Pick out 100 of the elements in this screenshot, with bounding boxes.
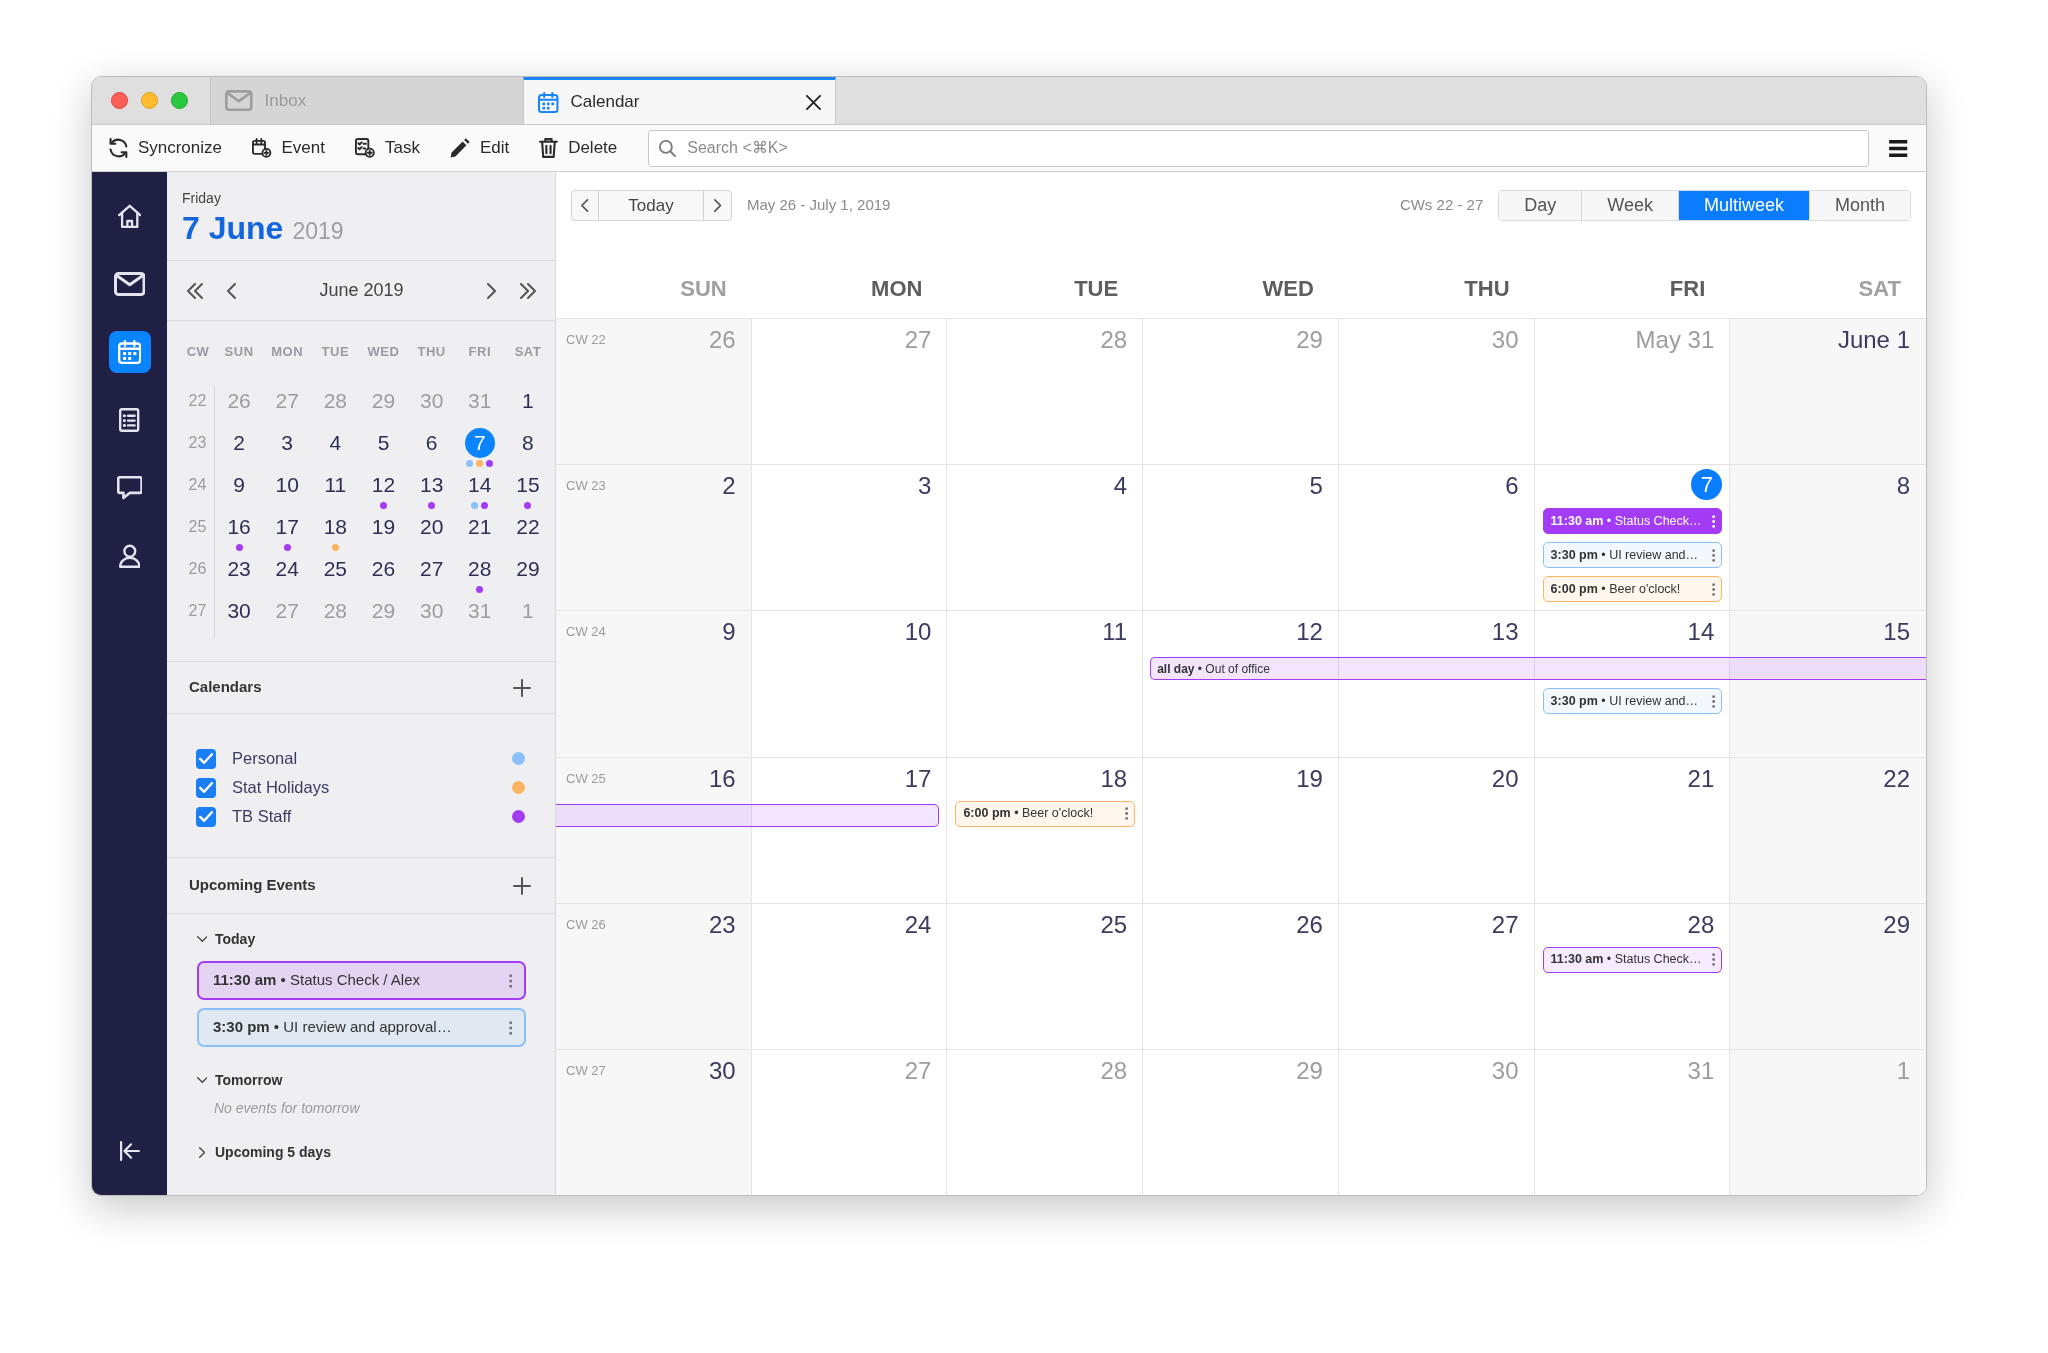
kebab-icon[interactable] [508, 973, 512, 988]
day-number[interactable]: 3 [281, 428, 294, 458]
day-number[interactable]: 30 [227, 596, 251, 626]
calendar-icon[interactable] [108, 331, 151, 373]
day-number[interactable]: 27 [1491, 908, 1519, 941]
section-toggle[interactable]: Upcoming 5 days [197, 1139, 331, 1165]
event-chip[interactable]: 3:30 pm • UI review and… [1542, 542, 1723, 569]
day-number[interactable]: 11 [324, 470, 347, 500]
kebab-icon[interactable] [1712, 514, 1716, 528]
day-number[interactable]: 23 [709, 908, 736, 941]
event-chip[interactable]: 6:00 pm • Beer o'clock! [1542, 576, 1723, 603]
day-number[interactable]: 7 [464, 428, 495, 458]
close-icon[interactable] [806, 94, 821, 110]
day-number[interactable]: 29 [1883, 908, 1910, 941]
day-number[interactable]: 18 [323, 512, 348, 542]
day-number[interactable]: 6 [425, 428, 438, 458]
day-number[interactable]: 30 [709, 1054, 736, 1087]
day-number[interactable]: 2 [722, 470, 736, 503]
day-number[interactable]: 16 [227, 512, 251, 542]
day-number[interactable]: 2 [233, 428, 245, 458]
new-task-button[interactable]: Task [355, 135, 420, 161]
day-number[interactable]: 21 [1687, 762, 1715, 795]
chevron-left-icon[interactable] [227, 282, 236, 299]
double-chevron-right-icon[interactable] [520, 282, 536, 299]
day-number[interactable]: 13 [1491, 616, 1519, 649]
day-number[interactable]: 6 [1505, 470, 1519, 503]
list-icon[interactable] [119, 408, 140, 432]
section-toggle[interactable]: Today [197, 926, 256, 952]
day-number[interactable]: 19 [1296, 762, 1323, 795]
edit-button[interactable]: Edit [449, 135, 510, 161]
view-tab[interactable]: Day [1499, 191, 1582, 220]
day-number[interactable]: 25 [1100, 908, 1128, 941]
day-number[interactable]: 5 [377, 428, 390, 458]
event-chip[interactable]: 11:30 am • Status Check… [1542, 946, 1723, 973]
day-number[interactable]: 19 [371, 512, 396, 542]
event-card[interactable]: 11:30 am • Status Check / Alex [197, 961, 526, 1000]
view-tab[interactable]: Multiweek [1677, 191, 1809, 220]
person-icon[interactable] [118, 544, 141, 568]
section-toggle[interactable]: Tomorrow [197, 1067, 283, 1093]
day-number[interactable]: 8 [522, 428, 534, 458]
day-number[interactable]: 27 [419, 554, 444, 584]
day-number[interactable]: 26 [371, 554, 396, 584]
day-number[interactable]: 24 [904, 908, 932, 941]
day-number[interactable]: 26 [1296, 908, 1323, 941]
day-number[interactable]: 8 [1896, 470, 1910, 503]
home-icon[interactable] [117, 204, 142, 228]
day-number[interactable]: 11 [1102, 616, 1128, 649]
day-number[interactable]: 10 [275, 470, 299, 500]
kebab-icon[interactable] [1712, 953, 1716, 967]
event-chip[interactable]: 11:30 am • Status Check… [1542, 508, 1723, 535]
day-number[interactable]: 14 [1687, 616, 1715, 649]
day-number[interactable]: 9 [233, 470, 245, 500]
tab[interactable]: Calendar [523, 77, 836, 124]
sync-button[interactable]: Syncronize [109, 135, 222, 161]
event-chip[interactable]: 6:00 pm • Beer o'clock! [955, 800, 1136, 827]
event-chip[interactable]: 3:30 pm • UI review and… [1542, 688, 1723, 715]
day-number[interactable]: 12 [1296, 616, 1323, 649]
close-window-icon[interactable] [111, 92, 128, 109]
view-tab[interactable]: Week [1581, 191, 1678, 220]
day-number[interactable]: 1 [522, 386, 534, 416]
checkbox[interactable] [196, 777, 216, 798]
day-number[interactable]: 24 [275, 554, 299, 584]
plus-icon[interactable] [513, 876, 531, 895]
day-number[interactable]: 28 [468, 554, 492, 584]
mail-icon[interactable] [113, 272, 146, 296]
day-number[interactable]: 13 [419, 470, 444, 500]
chevron-right-icon[interactable] [487, 282, 496, 299]
all-day-event[interactable]: all day • Out of office [1150, 657, 1926, 681]
day-number[interactable]: 15 [1883, 616, 1910, 649]
kebab-icon[interactable] [508, 1020, 512, 1035]
day-number[interactable]: 10 [904, 616, 932, 649]
day-number[interactable]: 22 [516, 512, 540, 542]
day-number[interactable]: 4 [329, 428, 342, 458]
day-number[interactable]: 21 [468, 512, 492, 542]
day-number[interactable]: 23 [227, 554, 251, 584]
kebab-icon[interactable] [1712, 694, 1716, 708]
day-number[interactable]: 17 [904, 762, 932, 795]
day-number[interactable]: 17 [275, 512, 299, 542]
day-number[interactable]: 3 [918, 470, 932, 503]
delete-button[interactable]: Delete [539, 135, 618, 161]
day-number[interactable]: 22 [1883, 762, 1910, 795]
day-number[interactable]: 20 [1491, 762, 1519, 795]
double-chevron-left-icon[interactable] [187, 282, 203, 299]
kebab-icon[interactable] [1124, 807, 1129, 820]
checkbox[interactable] [196, 748, 216, 769]
chat-icon[interactable] [116, 476, 143, 500]
day-number[interactable]: June 1 [1837, 324, 1910, 356]
event-card[interactable]: 3:30 pm • UI review and approval… [197, 1008, 526, 1047]
day-number[interactable]: 5 [1309, 470, 1323, 503]
plus-icon[interactable] [513, 678, 531, 697]
day-number[interactable]: 29 [516, 554, 540, 584]
day-number[interactable]: 9 [722, 616, 736, 649]
new-event-button[interactable]: Event [252, 135, 325, 161]
view-tab[interactable]: Month [1808, 191, 1910, 220]
day-number[interactable]: 28 [1687, 908, 1715, 941]
day-number[interactable]: 14 [468, 470, 492, 500]
search-field[interactable]: Search <⌘K> [648, 129, 1869, 167]
day-number[interactable]: 18 [1100, 762, 1128, 795]
day-number[interactable]: 12 [371, 470, 396, 500]
checkbox[interactable] [196, 806, 216, 827]
